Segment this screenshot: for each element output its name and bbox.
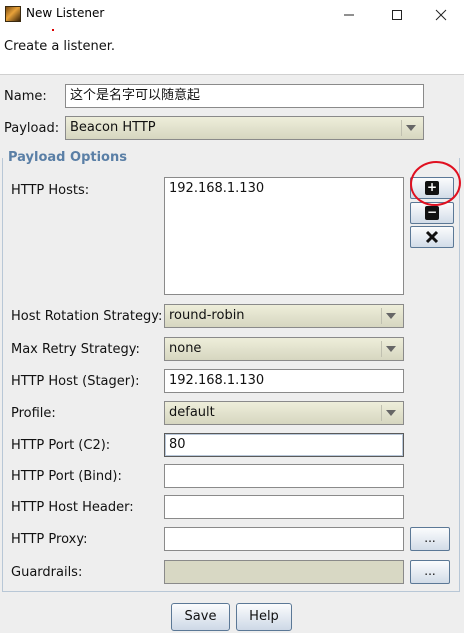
chevron-down-icon [401, 120, 420, 136]
description-panel: Create a listener. [0, 30, 464, 75]
max-retry-select[interactable]: none [164, 337, 404, 361]
payload-options-title: Payload Options [8, 150, 131, 165]
profile-value: default [169, 405, 215, 420]
max-retry-label: Max Retry Strategy: [11, 342, 140, 357]
app-icon [5, 6, 21, 22]
help-button[interactable]: Help [236, 603, 292, 631]
payload-value: Beacon HTTP [70, 120, 156, 135]
chevron-down-icon [381, 341, 400, 357]
window-title: New Listener [26, 6, 105, 20]
profile-select[interactable]: default [164, 401, 404, 425]
http-host-header-label: HTTP Host Header: [11, 500, 134, 515]
http-host-stager-label: HTTP Host (Stager): [11, 374, 140, 389]
chevron-down-icon [381, 308, 400, 324]
payload-select[interactable]: Beacon HTTP [65, 116, 424, 140]
clear-hosts-button[interactable] [410, 226, 454, 248]
host-rotation-value: round-robin [169, 308, 245, 323]
guardrails-label: Guardrails: [11, 565, 83, 580]
name-label: Name: [4, 89, 47, 104]
host-rotation-label: Host Rotation Strategy: [11, 309, 163, 324]
http-proxy-label: HTTP Proxy: [11, 532, 88, 547]
http-port-c2-input[interactable]: 80 [164, 433, 404, 457]
title-bar: New Listener [0, 0, 464, 30]
http-proxy-input[interactable] [164, 527, 404, 551]
http-port-c2-label: HTTP Port (C2): [11, 438, 111, 453]
chevron-down-icon [381, 405, 400, 421]
profile-label: Profile: [11, 406, 56, 421]
name-input[interactable]: 这个是名字可以随意起 [65, 84, 424, 108]
http-proxy-browse-button[interactable]: ... [410, 527, 450, 551]
save-button[interactable]: Save [171, 603, 230, 631]
x-icon [425, 230, 439, 244]
http-port-bind-label: HTTP Port (Bind): [11, 469, 122, 484]
http-hosts-label: HTTP Hosts: [11, 183, 90, 198]
http-port-bind-input[interactable] [164, 464, 404, 488]
http-host-header-input[interactable] [164, 495, 404, 519]
close-icon[interactable] [418, 0, 464, 30]
host-rotation-select[interactable]: round-robin [164, 304, 404, 328]
guardrails-input[interactable] [164, 560, 404, 584]
description-text: Create a listener. [4, 39, 116, 54]
list-item[interactable]: 192.168.1.130 [169, 181, 399, 196]
payload-label: Payload: [4, 121, 60, 136]
minimize-icon[interactable] [326, 0, 372, 30]
guardrails-browse-button[interactable]: ... [410, 560, 450, 584]
minus-icon: − [425, 205, 439, 220]
annotation-dot [52, 29, 54, 31]
maximize-icon[interactable] [374, 0, 420, 30]
http-hosts-list[interactable]: 192.168.1.130 [164, 177, 404, 295]
http-host-stager-input[interactable]: 192.168.1.130 [164, 369, 404, 393]
max-retry-value: none [169, 341, 202, 356]
